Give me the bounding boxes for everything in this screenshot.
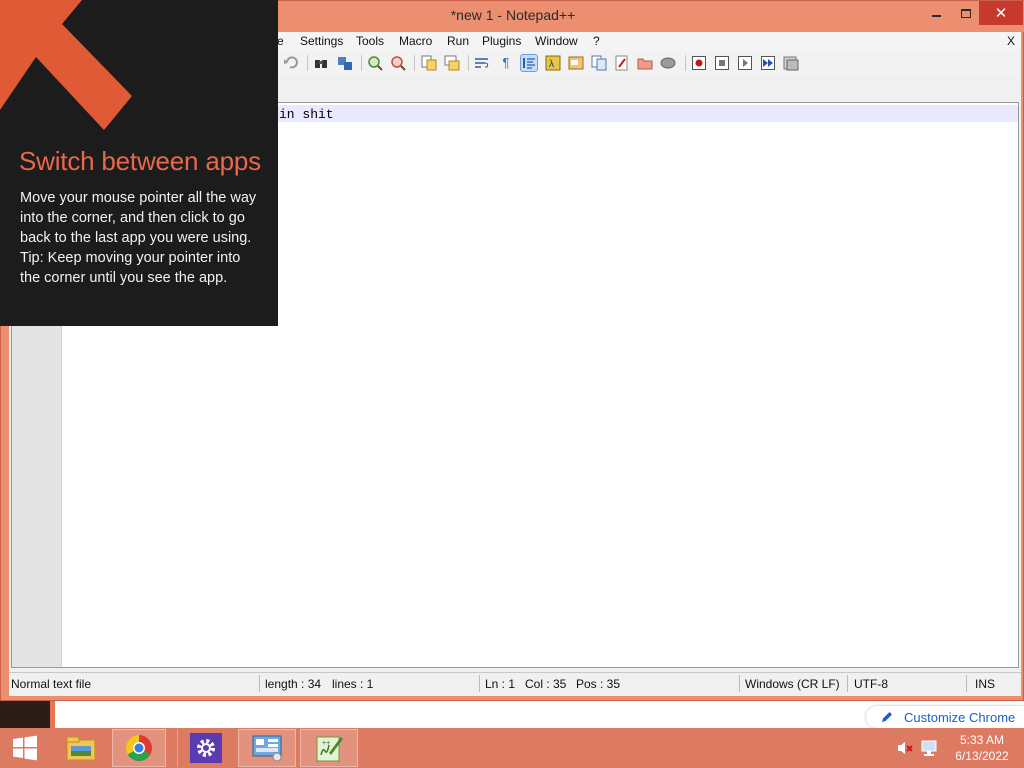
customize-chrome-button[interactable]: Customize Chrome [866,706,1024,728]
monitoring-icon[interactable] [660,55,676,71]
sync-horizontal-icon[interactable] [444,55,460,71]
chrome-icon [125,734,152,762]
maximize-button[interactable] [953,1,979,25]
file-explorer-icon [66,736,96,761]
system-tray [896,728,940,768]
close-document-button[interactable]: X [1007,34,1015,48]
status-divider [259,675,260,692]
toolbar-separator [468,55,469,71]
menu-item-macro[interactable]: Macro [399,34,432,48]
close-button[interactable]: ✕ [979,1,1023,25]
svg-text:λ: λ [549,59,554,70]
editor-text[interactable]: in shit [279,107,334,122]
tip-body-text: Move your mouse pointer all the way into… [20,190,257,246]
toolbar-separator [361,55,362,71]
menu-item-settings[interactable]: Settings [300,34,343,48]
status-pos: Pos : 35 [576,677,621,691]
menu-item-help[interactable]: ? [593,34,600,48]
chrome-window-strip: Customize Chrome [0,701,1024,728]
gear-icon [196,739,215,757]
file-explorer-button[interactable] [55,729,107,767]
tip-title: Switch between apps [19,146,261,176]
status-divider [479,675,480,692]
doc-map-icon[interactable] [568,55,584,71]
control-panel-button[interactable] [238,729,296,767]
status-eol: Windows (CR LF) [745,677,840,691]
settings-icon [189,733,222,763]
toolbar-separator [414,55,415,71]
desktop: *new 1 - Notepad++ ✕ e Settings Tools Ma… [0,0,1024,768]
status-insert-mode: INS [975,677,996,691]
menu-item-edit-partial[interactable]: e [277,34,284,48]
function-list-icon[interactable] [591,55,607,71]
status-encoding: UTF-8 [854,677,888,691]
menu-item-plugins[interactable]: Plugins [482,34,521,48]
switch-apps-tip[interactable]: Switch between apps Move your mouse poin… [0,0,278,326]
tip-body: Move your mouse pointer all the way into… [20,188,260,288]
clock-date: 6/13/2022 [955,749,1009,763]
start-button[interactable] [0,729,50,767]
replace-icon[interactable] [337,55,353,71]
customize-chrome-label: Customize Chrome [904,709,1016,725]
settings-button[interactable] [177,729,233,767]
indent-guide-icon[interactable] [520,54,538,72]
status-divider [739,675,740,692]
chrome-button[interactable] [112,729,166,767]
pencil-icon [882,712,892,722]
menu-item-window[interactable]: Window [535,34,578,48]
notepad-plus-plus-icon: ++ [316,736,343,762]
folder-workspace-icon[interactable] [614,55,630,71]
tip-hint-text: Tip: Keep moving your pointer into the c… [20,250,241,286]
maximize-icon [961,8,971,18]
notepad-plus-plus-button[interactable]: ++ [300,729,358,767]
corner-arrow-icon [0,0,132,130]
status-divider [847,675,848,692]
status-divider [966,675,967,692]
clock-time: 5:33 AM [959,733,1005,747]
user-defined-language-icon[interactable]: λ [545,55,561,71]
menu-item-run[interactable]: Run [447,34,469,48]
start-icon [13,735,37,761]
svg-text:++: ++ [322,740,330,747]
word-wrap-icon[interactable] [474,55,490,71]
zoom-in-icon[interactable] [367,55,383,71]
record-macro-icon[interactable] [691,55,707,71]
undo-icon[interactable] [283,55,299,71]
chrome-dark-region [0,701,50,728]
status-ln: Ln : 1 [485,677,516,691]
minimize-icon [931,15,941,17]
status-col: Col : 35 [525,677,567,691]
show-all-chars-icon[interactable]: ¶ [498,55,514,71]
minimize-button[interactable] [919,1,953,25]
status-lines: lines : 1 [332,677,374,691]
sync-vertical-icon[interactable] [421,55,437,71]
run-macro-multiple-icon[interactable] [760,55,776,71]
status-length: length : 34 [265,677,322,691]
control-panel-icon [252,735,282,762]
play-macro-icon[interactable] [737,55,753,71]
zoom-out-icon[interactable] [390,55,406,71]
toolbar-separator [685,55,686,71]
network-icon[interactable] [920,739,940,757]
volume-muted-icon[interactable] [896,740,914,756]
stop-macro-icon[interactable] [714,55,730,71]
status-file-type: Normal text file [11,677,92,691]
taskbar: ++ 5:33 AM 6/13/2022 [0,728,1024,768]
clock[interactable]: 5:33 AM 6/13/2022 [944,732,1020,764]
save-macro-icon[interactable] [783,55,799,71]
menu-item-tools[interactable]: Tools [356,34,384,48]
toolbar-separator [307,55,308,71]
find-icon[interactable] [313,55,329,71]
folder-icon[interactable] [637,55,653,71]
status-bar: Normal text file length : 34 lines : 1 L… [9,672,1021,694]
